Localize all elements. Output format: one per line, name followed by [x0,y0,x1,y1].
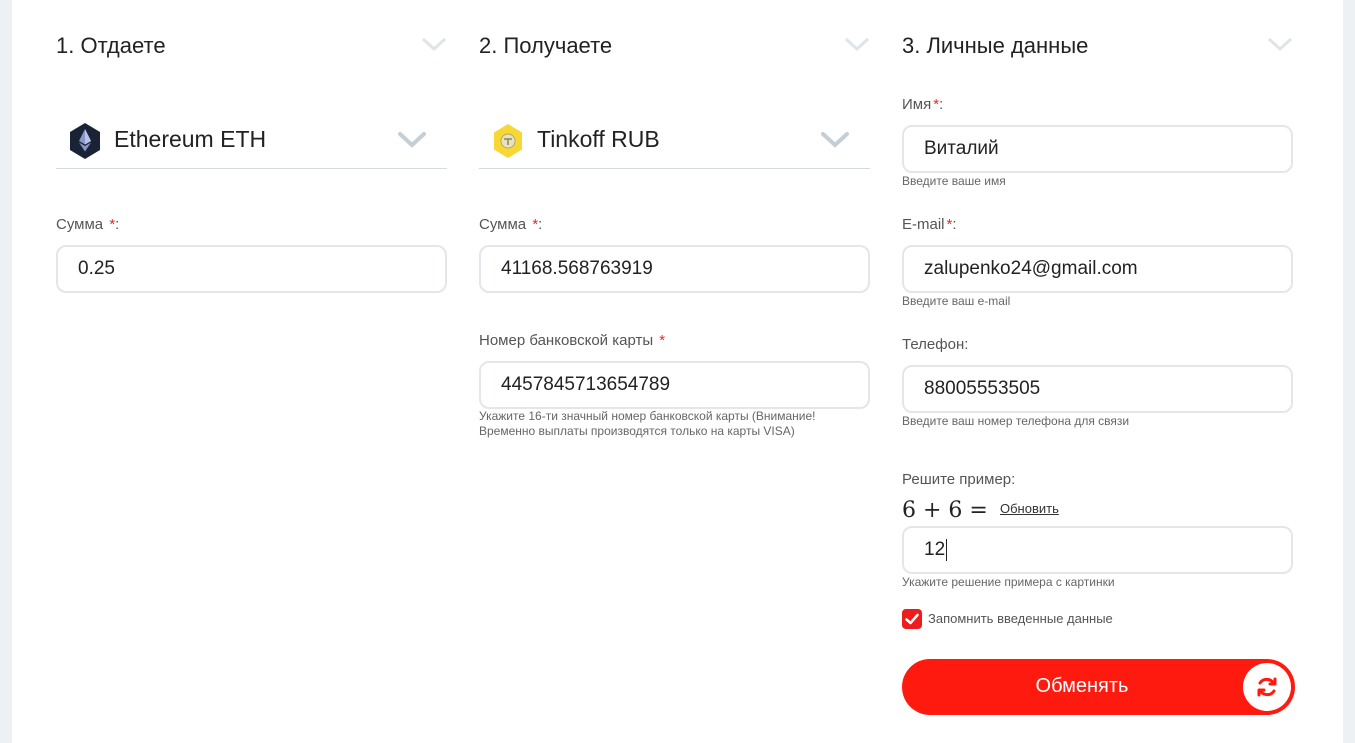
give-currency-name: Ethereum ETH [114,126,267,152]
receive-amount-input[interactable]: 41168.568763919 [479,245,870,293]
text-cursor [946,538,948,561]
give-amount-input[interactable]: 0.25 [56,245,447,293]
give-amount-label: Сумма *: [56,216,120,233]
name-label: Имя *: [902,96,944,113]
receive-currency-select[interactable]: Tinkoff RUB [479,114,870,169]
receive-column: 2. Получаете Tinkoff RUB Сумма *: 41168.… [479,0,870,743]
phone-input[interactable]: 88005553505 [902,365,1293,413]
check-icon [905,613,919,625]
captcha-refresh-link[interactable]: Обновить [1000,501,1059,516]
remember-label: Запомнить введенные данные [928,611,1113,626]
chevron-down-icon[interactable] [820,131,850,149]
chevron-down-icon[interactable] [1267,36,1293,52]
chevron-down-icon[interactable] [397,131,427,149]
phone-label: Телефон: [902,336,969,353]
name-input[interactable]: Виталий [902,125,1293,173]
card-number-input[interactable]: 4457845713654789 [479,361,870,409]
exchange-submit-button[interactable]: Обменять [902,659,1295,715]
captcha-label: Решите пример: [902,471,1016,488]
receive-amount-label: Сумма *: [479,216,543,233]
remember-checkbox[interactable] [902,609,922,629]
chevron-down-icon[interactable] [844,36,870,52]
ethereum-icon [68,122,102,160]
email-input[interactable]: zalupenko24@gmail.com [902,245,1293,293]
personal-step-title: 3. Личные данные [902,33,1089,58]
captcha-hint: Укажите решение примера с картинки [902,575,1115,589]
give-column: 1. Отдаете Ethereum ETH Сумма *: 0.25 [56,0,447,743]
captcha-input[interactable]: 12 [902,526,1293,574]
give-currency-select[interactable]: Ethereum ETH [56,114,447,169]
phone-hint: Введите ваш номер телефона для связи [902,414,1130,428]
card-number-label: Номер банковской карты * [479,332,666,349]
card-number-hint: Укажите 16-ти значный номер банковской к… [479,409,816,438]
receive-currency-name: Tinkoff RUB [537,126,660,152]
give-step-title: 1. Отдаете [56,33,166,58]
chevron-down-icon[interactable] [421,36,447,52]
personal-column: 3. Личные данные Имя *: Виталий Введите в… [902,0,1295,743]
refresh-icon [1243,663,1291,711]
exchange-submit-label: Обменять [1035,675,1129,697]
email-label: E-mail *: [902,216,957,233]
name-hint: Введите ваше имя [902,174,1006,188]
email-hint: Введите ваш e-mail [902,294,1011,308]
tinkoff-icon [491,122,525,160]
receive-step-title: 2. Получаете [479,33,613,58]
captcha-expression: 6 + 6 = [902,498,988,523]
